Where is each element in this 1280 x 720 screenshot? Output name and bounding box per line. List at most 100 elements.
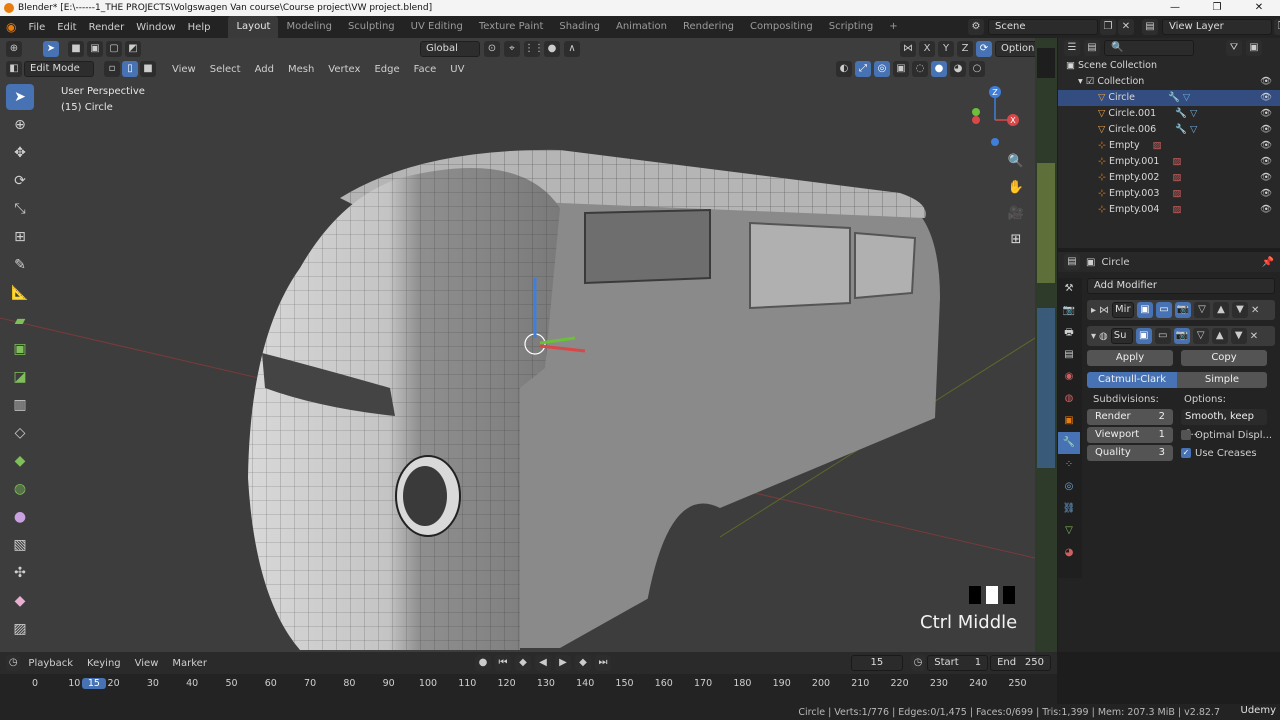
tab-rendering[interactable]: Rendering — [675, 16, 742, 38]
outliner-item-circle-001[interactable]: ▽ Circle.001 🔧 ▽ 👁 — [1058, 106, 1280, 122]
viewport-menu-edge[interactable]: Edge — [368, 64, 405, 75]
select-box-tool-icon[interactable]: ➤ — [43, 41, 59, 57]
select-mode-extend-icon[interactable]: ▣ — [87, 41, 103, 57]
tab-texture-paint[interactable]: Texture Paint — [471, 16, 552, 38]
outliner-item-empty-004[interactable]: ⊹ Empty.004 ▨ 👁 — [1058, 202, 1280, 218]
render-levels-field[interactable]: Render 2 — [1087, 409, 1173, 425]
minimize-button[interactable]: — — [1154, 0, 1196, 16]
jump-start-icon[interactable]: ⏮ — [494, 655, 511, 671]
view-layer-field[interactable]: View Layer — [1162, 19, 1272, 35]
mirror-move-up-icon[interactable]: ▲ — [1213, 302, 1230, 318]
annotate-tool-icon[interactable]: ✎ — [6, 252, 34, 278]
outliner-item-empty-001[interactable]: ⊹ Empty.001 ▨ 👁 — [1058, 154, 1280, 170]
mesh-data-tab-icon[interactable]: ▽ — [1058, 520, 1080, 542]
outliner-item-empty-002[interactable]: ⊹ Empty.002 ▨ 👁 — [1058, 170, 1280, 186]
view-layer-icon[interactable]: ▤ — [1142, 19, 1158, 35]
outliner-item-empty[interactable]: ⊹ Empty ▨ 👁 — [1058, 138, 1280, 154]
nav-gizmo-neg-x[interactable] — [972, 116, 980, 124]
subsurf-move-up-icon[interactable]: ▲ — [1211, 328, 1228, 344]
menu-render[interactable]: Render — [83, 22, 131, 33]
snap-target-icon[interactable]: ⋮⋮ — [524, 41, 544, 57]
collection-checkbox-icon[interactable]: ▾ ☑ — [1078, 76, 1097, 87]
apply-button[interactable]: Apply — [1087, 350, 1173, 366]
extrude-tool-icon[interactable]: ▰ — [6, 308, 34, 334]
material-shading-icon[interactable]: ◕ — [950, 61, 966, 77]
viewport-menu-view[interactable]: View — [166, 64, 202, 75]
snap-icon[interactable]: ⌖ — [504, 41, 520, 57]
wireframe-shading-icon[interactable]: ◌ — [912, 61, 928, 77]
scene-remove-icon[interactable]: ✕ — [1118, 19, 1134, 35]
viewport-menu-mesh[interactable]: Mesh — [282, 64, 320, 75]
use-creases-checkbox[interactable]: ✓ — [1181, 448, 1191, 458]
scene-copy-icon[interactable]: ❐ — [1100, 19, 1116, 35]
shear-tool-icon[interactable]: ◆ — [6, 588, 34, 614]
zoom-icon[interactable]: 🔍 — [1004, 150, 1028, 174]
measure-tool-icon[interactable]: 📐 — [6, 280, 34, 306]
mirror-x-toggle[interactable]: X — [919, 41, 935, 57]
subsurf-edit-mode-icon[interactable]: ▣ — [1135, 328, 1152, 344]
timeline-menu-view[interactable]: View — [129, 658, 165, 669]
optimal-display-checkbox[interactable] — [1181, 430, 1191, 440]
empty-001-visibility-icon[interactable]: 👁 — [1260, 154, 1272, 170]
face-select-mode-icon[interactable]: ■ — [140, 61, 156, 77]
outliner-scene-collection[interactable]: ▣ Scene Collection — [1058, 58, 1280, 74]
scene-icon[interactable]: ⚙ — [968, 19, 984, 35]
scene-field[interactable]: Scene — [988, 19, 1098, 35]
loop-cut-tool-icon[interactable]: ▥ — [6, 392, 34, 418]
select-tool-icon[interactable]: ➤ — [6, 84, 34, 110]
next-keyframe-icon[interactable]: ◆ — [574, 655, 591, 671]
vertex-select-mode-icon[interactable]: ▫ — [104, 61, 120, 77]
optimal-display-row[interactable]: Optimal Displ... — [1181, 430, 1272, 441]
rendered-shading-icon[interactable]: ○ — [969, 61, 985, 77]
mirror-y-toggle[interactable]: Y — [938, 41, 954, 57]
select-mode-subtract-icon[interactable]: ▢ — [106, 41, 122, 57]
inset-tool-icon[interactable]: ▣ — [6, 336, 34, 362]
catmull-clark-button[interactable]: Catmull-Clark — [1087, 372, 1177, 388]
outliner-filter-icon[interactable]: ⛛ — [1226, 40, 1242, 56]
poly-build-tool-icon[interactable]: ◆ — [6, 448, 34, 474]
spin-tool-icon[interactable]: ◍ — [6, 476, 34, 502]
mirror-realtime-icon[interactable]: ▭ — [1156, 302, 1173, 318]
gizmo-toggle-icon[interactable]: ⤢ — [855, 61, 871, 77]
viewport-menu-add[interactable]: Add — [249, 64, 280, 75]
rotate-tool-icon[interactable]: ⟳ — [6, 168, 34, 194]
viewport-menu-vertex[interactable]: Vertex — [322, 64, 366, 75]
empty-003-visibility-icon[interactable]: 👁 — [1260, 186, 1272, 202]
edge-select-mode-icon[interactable]: ▯ — [122, 61, 138, 77]
scene-tab-icon[interactable]: ◉ — [1058, 366, 1080, 388]
bevel-tool-icon[interactable]: ◪ — [6, 364, 34, 390]
scale-tool-icon[interactable]: ⤡ — [6, 196, 34, 222]
subsurf-modifier-header[interactable]: ▾ ◍ Su ▣ ▭ 📷 ▽ ▲ ▼ ✕ — [1087, 326, 1275, 346]
physics-tab-icon[interactable]: ◎ — [1058, 476, 1080, 498]
xray-toggle-icon[interactable]: ▣ — [893, 61, 909, 77]
subsurf-move-down-icon[interactable]: ▼ — [1230, 328, 1247, 344]
mirror-options-icon[interactable]: ⋈ — [900, 41, 916, 57]
timeline-menu-keying[interactable]: Keying — [81, 658, 127, 669]
knife-tool-icon[interactable]: ◇ — [6, 420, 34, 446]
tab-scripting[interactable]: Scripting — [821, 16, 881, 38]
add-workspace-button[interactable]: + — [881, 16, 905, 38]
object-tab-icon[interactable]: ▣ — [1058, 410, 1080, 432]
maximize-button[interactable]: ❐ — [1196, 0, 1238, 16]
collapse-arrow-icon[interactable]: ▾ — [1091, 331, 1096, 342]
tab-sculpting[interactable]: Sculpting — [340, 16, 403, 38]
menu-window[interactable]: Window — [130, 22, 181, 33]
blender-menu-icon[interactable]: ◉ — [0, 20, 22, 34]
uv-smooth-dropdown[interactable]: Smooth, keep c... — [1181, 409, 1267, 438]
outliner-item-circle-006[interactable]: ▽ Circle.006 🔧 ▽ 👁 — [1058, 122, 1280, 138]
view-layer-tab-icon[interactable]: ▤ — [1058, 344, 1080, 366]
ortho-grid-icon[interactable]: ⊞ — [1004, 228, 1028, 252]
nav-gizmo-y[interactable] — [972, 108, 980, 116]
empty-004-visibility-icon[interactable]: 👁 — [1260, 202, 1272, 218]
modifier-tab-icon[interactable]: 🔧 — [1058, 432, 1080, 454]
viewport-scene[interactable]: Z X — [0, 38, 1035, 652]
viewport-levels-field[interactable]: Viewport 1 — [1087, 427, 1173, 443]
tab-layout[interactable]: Layout — [228, 16, 279, 38]
play-icon[interactable]: ▶ — [554, 655, 571, 671]
viewport-menu-select[interactable]: Select — [204, 64, 247, 75]
tab-modeling[interactable]: Modeling — [278, 16, 340, 38]
render-tab-icon[interactable]: 📷 — [1058, 300, 1080, 322]
circle-001-visibility-icon[interactable]: 👁 — [1260, 106, 1272, 122]
solid-shading-icon[interactable]: ● — [931, 61, 947, 77]
timeline-ruler[interactable]: 0 10 15 20 30 40 50 60 70 80 90 100 110 120 130 140 150 1… — [0, 674, 1057, 704]
